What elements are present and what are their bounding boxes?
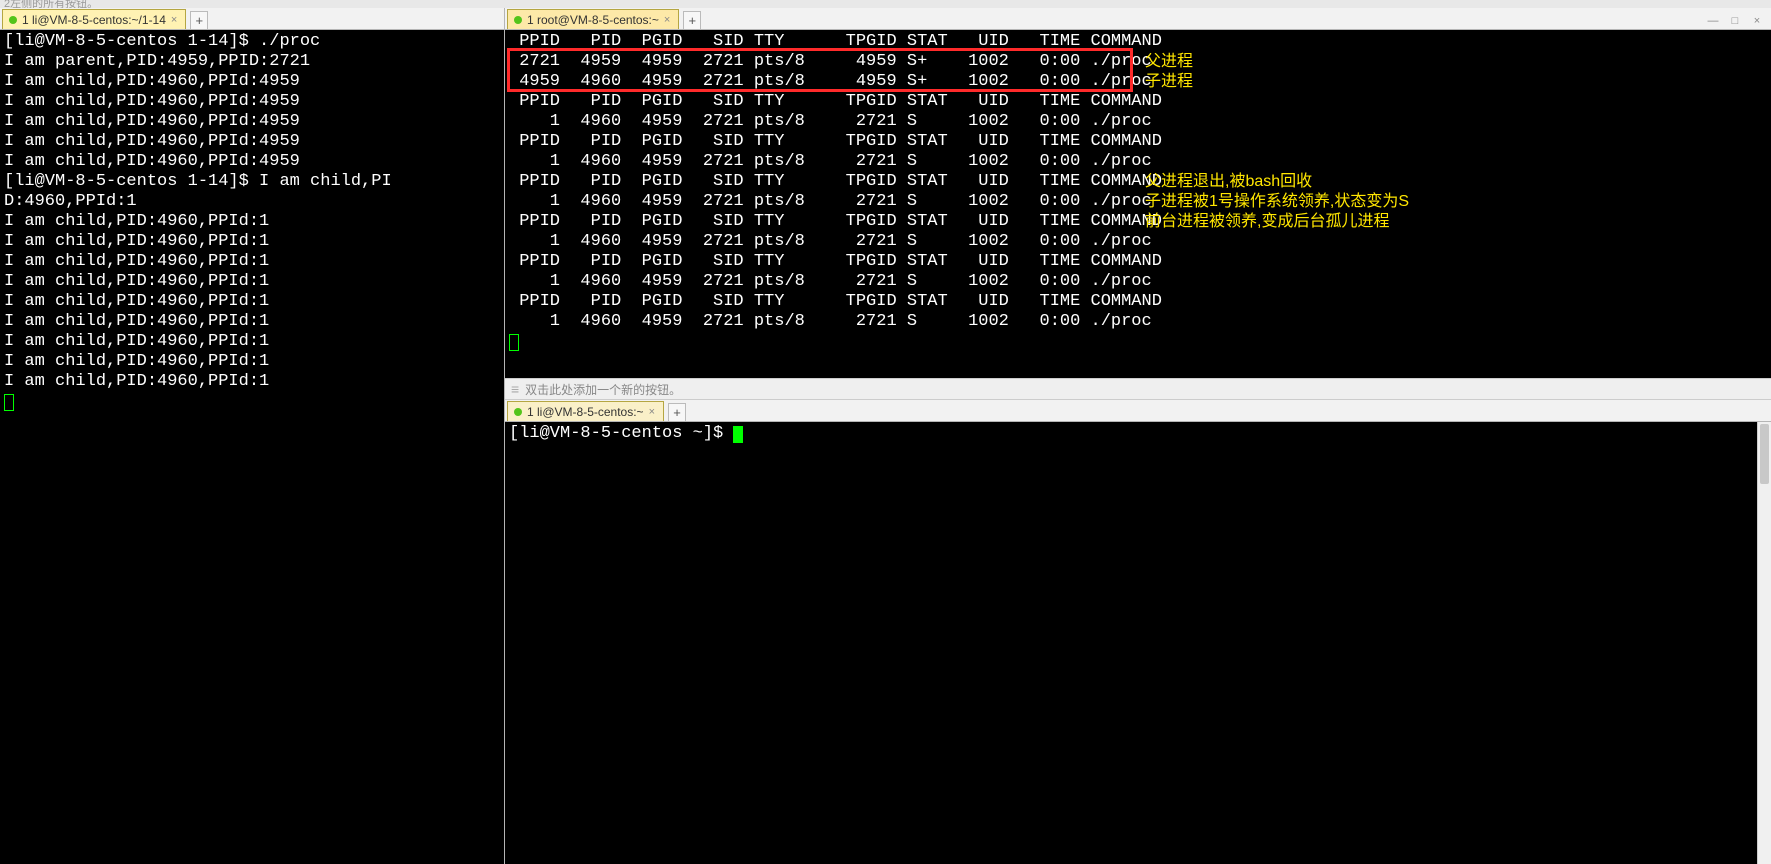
close-window-icon[interactable]: × [1747, 13, 1767, 29]
tab-label: 1 li@VM-8-5-centos:~ [527, 405, 644, 419]
maximize-icon[interactable]: □ [1725, 13, 1745, 29]
annotation-parent-proc: 父进程 [1145, 52, 1193, 72]
right-bottom-pane: 1 li@VM-8-5-centos:~ × + [li@VM-8-5-cent… [505, 400, 1771, 864]
right-top-terminal[interactable]: PPID PID PGID SID TTY TPGID STAT UID TIM… [505, 30, 1771, 378]
tab-label: 1 li@VM-8-5-centos:~/1-14 [22, 13, 166, 27]
tab-left-session[interactable]: 1 li@VM-8-5-centos:~/1-14 × [2, 9, 186, 29]
right-top-tabbar: 1 root@VM-8-5-centos:~ × + — □ × [505, 8, 1771, 30]
tab-label: 1 root@VM-8-5-centos:~ [527, 13, 659, 27]
tab-right-bottom-session[interactable]: 1 li@VM-8-5-centos:~ × [507, 401, 664, 421]
hint-text: 双击此处添加一个新的按钮。 [525, 381, 681, 398]
close-icon[interactable]: × [649, 406, 655, 418]
close-icon[interactable]: × [171, 14, 177, 26]
right-top-pane: 1 root@VM-8-5-centos:~ × + — □ × PPID PI… [505, 8, 1771, 378]
right-column: 1 root@VM-8-5-centos:~ × + — □ × PPID PI… [505, 8, 1771, 864]
annotation-line2: 子进程被1号操作系统领养,状态变为S [1145, 192, 1409, 212]
right-bottom-terminal[interactable]: [li@VM-8-5-centos ~]$ [505, 422, 1771, 864]
status-dot-icon [514, 16, 522, 24]
add-tab-button[interactable]: + [668, 403, 686, 421]
top-hint-text: 2左侧的所有按钮。 [0, 0, 1771, 8]
tab-right-top-session[interactable]: 1 root@VM-8-5-centos:~ × [507, 9, 679, 29]
left-pane: 1 li@VM-8-5-centos:~/1-14 × + [li@VM-8-5… [0, 8, 505, 864]
add-tab-button[interactable]: + [190, 11, 208, 29]
window-buttons: — □ × [1703, 13, 1771, 29]
minimize-icon[interactable]: — [1703, 13, 1723, 29]
left-terminal[interactable]: [li@VM-8-5-centos 1-14]$ ./procI am pare… [0, 30, 504, 864]
add-tab-button[interactable]: + [683, 11, 701, 29]
annotation-child-proc: 子进程 [1145, 72, 1193, 92]
left-tabbar: 1 li@VM-8-5-centos:~/1-14 × + [0, 8, 504, 30]
add-button-hint-bar[interactable]: ≡ 双击此处添加一个新的按钮。 [505, 378, 1771, 400]
annotation-line1: 父进程退出,被bash回收 [1145, 172, 1312, 192]
scrollbar-thumb[interactable] [1760, 424, 1769, 484]
main-layout: 1 li@VM-8-5-centos:~/1-14 × + [li@VM-8-5… [0, 8, 1771, 864]
status-dot-icon [514, 408, 522, 416]
grip-icon: ≡ [511, 381, 519, 397]
close-icon[interactable]: × [664, 14, 670, 26]
annotation-line3: 前台进程被领养,变成后台孤儿进程 [1145, 212, 1389, 232]
scrollbar[interactable] [1757, 422, 1771, 864]
status-dot-icon [9, 16, 17, 24]
right-bottom-tabbar: 1 li@VM-8-5-centos:~ × + [505, 400, 1771, 422]
